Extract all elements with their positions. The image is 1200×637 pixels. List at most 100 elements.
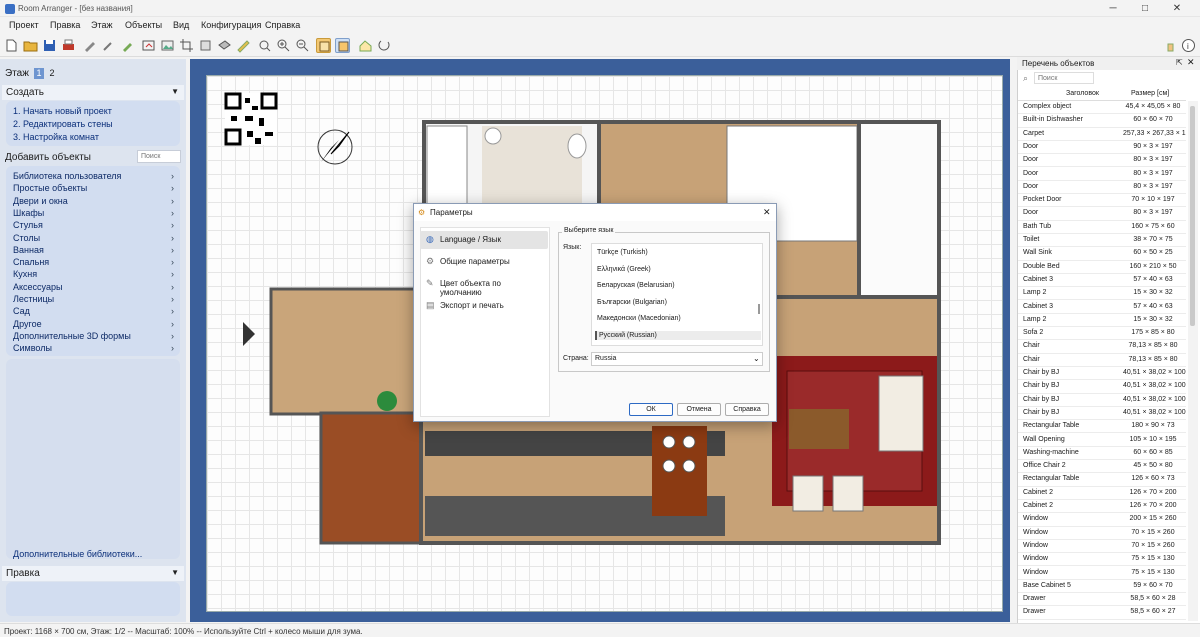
zoom-out-icon[interactable]	[295, 38, 310, 53]
dialog-close-icon[interactable]: ✕	[763, 207, 771, 218]
object-row[interactable]: Drawer 58,5 × 60 × 28	[1018, 593, 1186, 607]
paint-icon[interactable]	[82, 38, 97, 53]
nav-language[interactable]: ◍ Language / Язык	[420, 231, 548, 249]
object-row[interactable]: Chair by BJ 40,51 × 38,02 × 100	[1018, 367, 1186, 381]
object-row[interactable]: Chair 78,13 × 85 × 80	[1018, 340, 1186, 354]
close-button[interactable]: ✕	[1162, 2, 1192, 15]
nav-default-color[interactable]: ✎ Цвет объекта по умолчанию	[420, 275, 548, 297]
object-row[interactable]: Door 80 × 3 × 197	[1018, 168, 1186, 181]
category-item[interactable]: Дополнительные 3D формы	[13, 331, 131, 341]
category-item[interactable]: Лестницы	[13, 294, 54, 304]
maximize-button[interactable]: □	[1130, 2, 1160, 15]
info-icon[interactable]: i	[1181, 38, 1196, 53]
category-item[interactable]: Аксессуары	[13, 282, 62, 292]
menu-view[interactable]: Вид	[173, 20, 189, 30]
category-item[interactable]: Спальня	[13, 257, 49, 267]
object-row[interactable]: Cabinet 2 126 × 70 × 200	[1018, 487, 1186, 500]
edit-header[interactable]: Правка ▼	[2, 566, 184, 581]
col-size[interactable]: Размер [см]	[1131, 90, 1169, 97]
more-libraries-link[interactable]: Дополнительные библиотеки...	[13, 549, 142, 559]
object-row[interactable]: Carpet 257,33 × 267,33 × 1	[1018, 128, 1186, 141]
house-icon[interactable]	[358, 38, 373, 53]
object-row[interactable]: Door 80 × 3 × 197	[1018, 181, 1186, 195]
zoom-fit-icon[interactable]	[257, 38, 272, 53]
menu-project[interactable]: Проект	[9, 20, 39, 30]
object-row[interactable]: Base Cabinet 5 59 × 60 × 70	[1018, 580, 1186, 594]
object-row[interactable]: Door 90 × 3 × 197	[1018, 141, 1186, 155]
object-row[interactable]: Double Bed 160 × 210 × 50	[1018, 261, 1186, 274]
object-row[interactable]: Complex object 45,4 × 45,05 × 80	[1018, 101, 1186, 115]
object-row[interactable]: Bath Tub 160 × 75 × 60	[1018, 221, 1186, 234]
hand-icon[interactable]	[1163, 38, 1178, 53]
object-row[interactable]: Rectangular Table 126 × 60 × 73	[1018, 473, 1186, 487]
crop-icon[interactable]	[179, 38, 194, 53]
object-row[interactable]: Lamp 2 15 × 30 × 32	[1018, 314, 1186, 328]
ok-button[interactable]: ОК	[629, 403, 673, 416]
create-edit-walls[interactable]: 2. Редактировать стены	[13, 119, 113, 129]
object-row[interactable]: Chair by BJ 40,51 × 38,02 × 100	[1018, 394, 1186, 407]
create-new-project[interactable]: 1. Начать новый проект	[13, 106, 112, 116]
layers-icon[interactable]	[217, 38, 232, 53]
help-button[interactable]: Справка	[725, 403, 769, 416]
save-icon[interactable]	[42, 38, 57, 53]
scrollbar-thumb[interactable]	[1190, 106, 1195, 326]
language-option[interactable]: Македонски (Macedonian)	[595, 314, 761, 323]
create-room-setup[interactable]: 3. Настройка комнат	[13, 132, 99, 142]
object-row[interactable]: Lamp 2 15 × 30 × 32	[1018, 287, 1186, 301]
object-row[interactable]: Wall Sink 60 × 50 × 25	[1018, 247, 1186, 261]
object-row[interactable]: Door 80 × 3 × 197	[1018, 154, 1186, 168]
category-item[interactable]: Ванная	[13, 245, 44, 255]
object-row[interactable]: Office Chair 2 45 × 50 × 80	[1018, 460, 1186, 474]
object-row[interactable]: Door 80 × 3 × 197	[1018, 207, 1186, 221]
country-select[interactable]: Russia ⌄	[591, 352, 763, 366]
object-row[interactable]: Chair 78,13 × 85 × 80	[1018, 354, 1186, 367]
category-item[interactable]: Стулья	[13, 220, 43, 230]
image-icon[interactable]	[160, 38, 175, 53]
object-row[interactable]: Chair by BJ 40,51 × 38,02 × 100	[1018, 380, 1186, 394]
object-row[interactable]: Pocket Door 70 × 10 × 197	[1018, 194, 1186, 208]
object-row[interactable]: Washing-machine 60 × 60 × 85	[1018, 447, 1186, 461]
category-item[interactable]: Библиотека пользователя	[13, 171, 121, 181]
new-file-icon[interactable]	[4, 38, 19, 53]
redo-icon[interactable]	[198, 38, 213, 53]
collapse-icon[interactable]: ▼	[171, 87, 179, 96]
object-row[interactable]: Toilet 38 × 70 × 75	[1018, 234, 1186, 248]
category-item[interactable]: Шкафы	[13, 208, 44, 218]
object-row[interactable]: Cabinet 3 57 × 40 × 63	[1018, 274, 1186, 288]
print-icon[interactable]	[61, 38, 76, 53]
object-row[interactable]: Built-in Dishwasher 60 × 60 × 70	[1018, 114, 1186, 128]
menu-help[interactable]: Справка	[265, 20, 300, 30]
category-item[interactable]: Сад	[13, 306, 30, 316]
minimize-button[interactable]: ─	[1098, 2, 1128, 15]
menu-edit[interactable]: Правка	[50, 20, 80, 30]
wrench-icon[interactable]	[101, 38, 116, 53]
object-row[interactable]: Chair by BJ 40,51 × 38,02 × 100	[1018, 407, 1186, 421]
language-option[interactable]: Русский (Russian)	[595, 331, 761, 340]
object-row[interactable]: Sofa 2 175 × 85 × 80	[1018, 327, 1186, 341]
floor-tab-1[interactable]: 1	[34, 68, 44, 79]
category-item[interactable]: Столы	[13, 233, 40, 243]
object-row[interactable]: Window 70 × 15 × 260	[1018, 527, 1186, 540]
panel-close-icon[interactable]: ✕	[1187, 57, 1195, 68]
category-item[interactable]: Другое	[13, 319, 42, 329]
nav-general[interactable]: ⚙ Общие параметры	[420, 253, 548, 271]
category-item[interactable]: Простые объекты	[13, 183, 87, 193]
cancel-button[interactable]: Отмена	[677, 403, 721, 416]
menu-floor[interactable]: Этаж	[91, 20, 113, 30]
category-item[interactable]: Двери и окна	[13, 196, 68, 206]
object-row[interactable]: Wall Opening 105 × 10 × 195	[1018, 434, 1186, 447]
view-2d-icon[interactable]	[316, 38, 331, 53]
objects-panel-search[interactable]	[1034, 72, 1094, 84]
object-row[interactable]: Window 75 × 15 × 130	[1018, 553, 1186, 567]
object-row[interactable]: Drawer 58,5 × 60 × 27	[1018, 606, 1186, 620]
export-icon[interactable]	[141, 38, 156, 53]
language-option[interactable]: Ελληνικά (Greek)	[595, 265, 761, 274]
collapse-icon[interactable]: ▼	[171, 568, 179, 577]
object-row[interactable]: Window 200 × 15 × 260	[1018, 513, 1186, 527]
col-title[interactable]: Заголовок	[1066, 90, 1099, 97]
ruler-icon[interactable]	[236, 38, 251, 53]
object-row[interactable]: Cabinet 2 126 × 70 × 200	[1018, 500, 1186, 514]
category-item[interactable]: Символы	[13, 343, 52, 353]
brush-icon[interactable]	[120, 38, 135, 53]
menu-objects[interactable]: Объекты	[125, 20, 162, 30]
